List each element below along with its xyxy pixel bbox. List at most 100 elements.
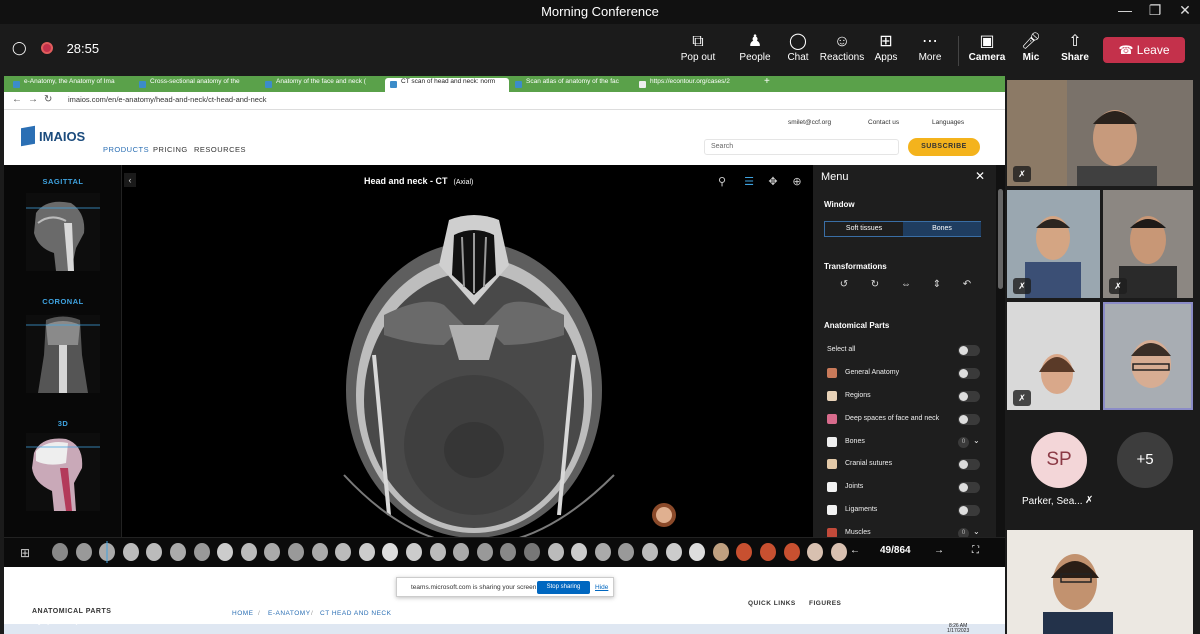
url-field[interactable]: imaios.com/en/e-anatomy/head-and-neck/ct… [68, 95, 266, 104]
breadcrumb-home[interactable]: HOME [232, 610, 254, 617]
forward-icon[interactable]: → [28, 94, 38, 105]
anatomical-part-row[interactable]: Regions [827, 389, 982, 403]
leave-button[interactable]: ☎︎ Leave [1103, 37, 1185, 63]
menu-scrollbar[interactable] [996, 165, 1005, 537]
quick-links-tab[interactable]: QUICK LINKS [748, 600, 796, 607]
part-toggle[interactable] [958, 368, 980, 379]
mic-button[interactable]: 🎤︎ Mic [1006, 32, 1056, 63]
filmstrip-thumbnail[interactable] [710, 541, 732, 563]
part-toggle[interactable] [958, 505, 980, 516]
more-participants-button[interactable]: +5 [1117, 432, 1173, 488]
chevron-down-icon[interactable]: ⌄ [973, 436, 980, 445]
anatomical-part-row[interactable]: Cranial sutures [827, 457, 982, 471]
filmstrip-thumbnail[interactable] [545, 541, 567, 563]
self-video-tile[interactable] [1007, 530, 1193, 634]
browser-tab[interactable]: e-Anatomy, the Anatomy of Ima [8, 78, 132, 92]
filmstrip-thumbnail[interactable] [120, 541, 142, 563]
browser-tab-active[interactable]: CT scan of head and neck: norm [385, 78, 509, 92]
reset-icon[interactable]: ↶ [959, 279, 975, 290]
previous-slice-icon[interactable]: ← [850, 545, 860, 556]
filmstrip-thumbnail[interactable] [167, 541, 189, 563]
filmstrip-thumbnail[interactable] [238, 541, 260, 563]
back-icon[interactable]: ← [12, 94, 22, 105]
part-toggle[interactable] [958, 482, 980, 493]
filmstrip-thumbnail[interactable] [191, 541, 213, 563]
filmstrip-thumbnail[interactable] [733, 541, 755, 563]
hide-link[interactable]: Hide [595, 584, 608, 591]
anatomical-part-row[interactable]: Joints [827, 480, 982, 494]
chevron-down-icon[interactable]: ⌄ [973, 527, 980, 536]
browser-tab[interactable]: Anatomy of the face and neck ( [260, 78, 384, 92]
filmstrip-thumbnail[interactable] [379, 541, 401, 563]
nav-products[interactable]: PRODUCTS [103, 145, 149, 154]
anatomical-part-row[interactable]: Muscles 0 ⌄ [827, 526, 982, 537]
grid-view-icon[interactable]: ⊞ [20, 546, 30, 560]
participant-video-tile[interactable]: ✗ [1007, 190, 1100, 298]
part-toggle[interactable] [958, 391, 980, 402]
more-button[interactable]: ⋯ More [905, 32, 955, 63]
filmstrip-thumbnail[interactable] [356, 541, 378, 563]
filmstrip-thumbnail[interactable] [615, 541, 637, 563]
filmstrip-thumbnail[interactable] [781, 541, 803, 563]
share-button[interactable]: ⇧ Share [1050, 32, 1100, 63]
browser-tab[interactable]: Scan atlas of anatomy of the fac [510, 78, 634, 92]
filmstrip-thumbnail[interactable] [521, 541, 543, 563]
anatomical-part-row[interactable]: General Anatomy [827, 366, 982, 380]
filmstrip-thumbnail[interactable] [663, 541, 685, 563]
filmstrip-thumbnail[interactable] [214, 541, 236, 563]
subscribe-button[interactable]: SUBSCRIBE [908, 138, 980, 156]
part-toggle[interactable] [958, 459, 980, 470]
anatomical-part-row[interactable]: Ligaments [827, 503, 982, 517]
minimize-icon[interactable]: — [1110, 2, 1140, 18]
nav-pricing[interactable]: PRICING [153, 145, 188, 154]
filmstrip-thumbnail[interactable] [592, 541, 614, 563]
search-icon[interactable]: ⚲ [712, 173, 732, 191]
filmstrip-thumbnail[interactable] [73, 541, 95, 563]
filmstrip-thumbnail[interactable] [49, 541, 71, 563]
pop-out-button[interactable]: ⧉ Pop out [673, 32, 723, 63]
stop-sharing-button[interactable]: Stop sharing [537, 581, 590, 594]
imaios-logo[interactable]: IMAIOS [21, 125, 85, 147]
filmstrip-thumbnail[interactable] [309, 541, 331, 563]
filmstrip-thumbnail[interactable] [639, 541, 661, 563]
breadcrumb-eanatomy[interactable]: E-ANATOMY [268, 610, 311, 617]
filmstrip-thumbnail[interactable] [427, 541, 449, 563]
filmstrip-thumbnail[interactable] [450, 541, 472, 563]
participant-video-tile[interactable]: ✗ [1103, 190, 1193, 298]
anatomical-part-row[interactable]: Bones 0 ⌄ [827, 435, 982, 449]
reactions-button[interactable]: ☺ Reactions [817, 32, 867, 63]
3d-thumbnail[interactable] [26, 433, 100, 511]
close-window-icon[interactable]: ✕ [1170, 2, 1200, 19]
select-all-row[interactable]: Select all [827, 343, 982, 357]
search-input[interactable]: Search [704, 139, 899, 155]
rotate-left-icon[interactable]: ↺ [836, 279, 852, 290]
filmstrip-thumbnail[interactable] [804, 541, 826, 563]
rotate-right-icon[interactable]: ↻ [867, 279, 883, 290]
contact-link[interactable]: Contact us [868, 119, 899, 126]
sagittal-thumbnail[interactable] [26, 193, 100, 271]
coronal-thumbnail[interactable] [26, 315, 100, 393]
active-speaker-tile[interactable] [1103, 302, 1193, 410]
new-tab-button[interactable]: + [760, 76, 780, 90]
soft-tissues-button[interactable]: Soft tissues [825, 225, 903, 232]
filmstrip-thumbnail[interactable] [285, 541, 307, 563]
filmstrip-thumbnail[interactable] [332, 541, 354, 563]
avatar[interactable]: SP [1031, 432, 1087, 488]
chat-button[interactable]: ◯ Chat [773, 32, 823, 63]
move-icon[interactable]: ✥ [763, 173, 783, 191]
browser-tab[interactable]: Cross-sectional anatomy of the [134, 78, 258, 92]
layers-icon[interactable]: ☰ [739, 173, 759, 191]
figures-tab[interactable]: FIGURES [809, 600, 841, 607]
zoom-icon[interactable]: ⊕ [787, 173, 807, 191]
select-all-toggle[interactable] [958, 345, 980, 356]
fullscreen-icon[interactable]: ⛶ [972, 545, 979, 556]
ct-axial-image[interactable] [144, 195, 814, 565]
filmstrip-thumbnail[interactable] [497, 541, 519, 563]
filmstrip-thumbnail[interactable] [403, 541, 425, 563]
flip-vertical-icon[interactable]: ⇕ [929, 279, 945, 290]
close-menu-icon[interactable]: ✕ [975, 169, 985, 183]
part-toggle[interactable] [958, 414, 980, 425]
browser-tab[interactable]: https://econtour.org/cases/2 [634, 78, 758, 92]
collapse-panel-button[interactable]: ‹ [124, 173, 136, 187]
anatomical-part-row[interactable]: Deep spaces of face and neck [827, 412, 982, 426]
